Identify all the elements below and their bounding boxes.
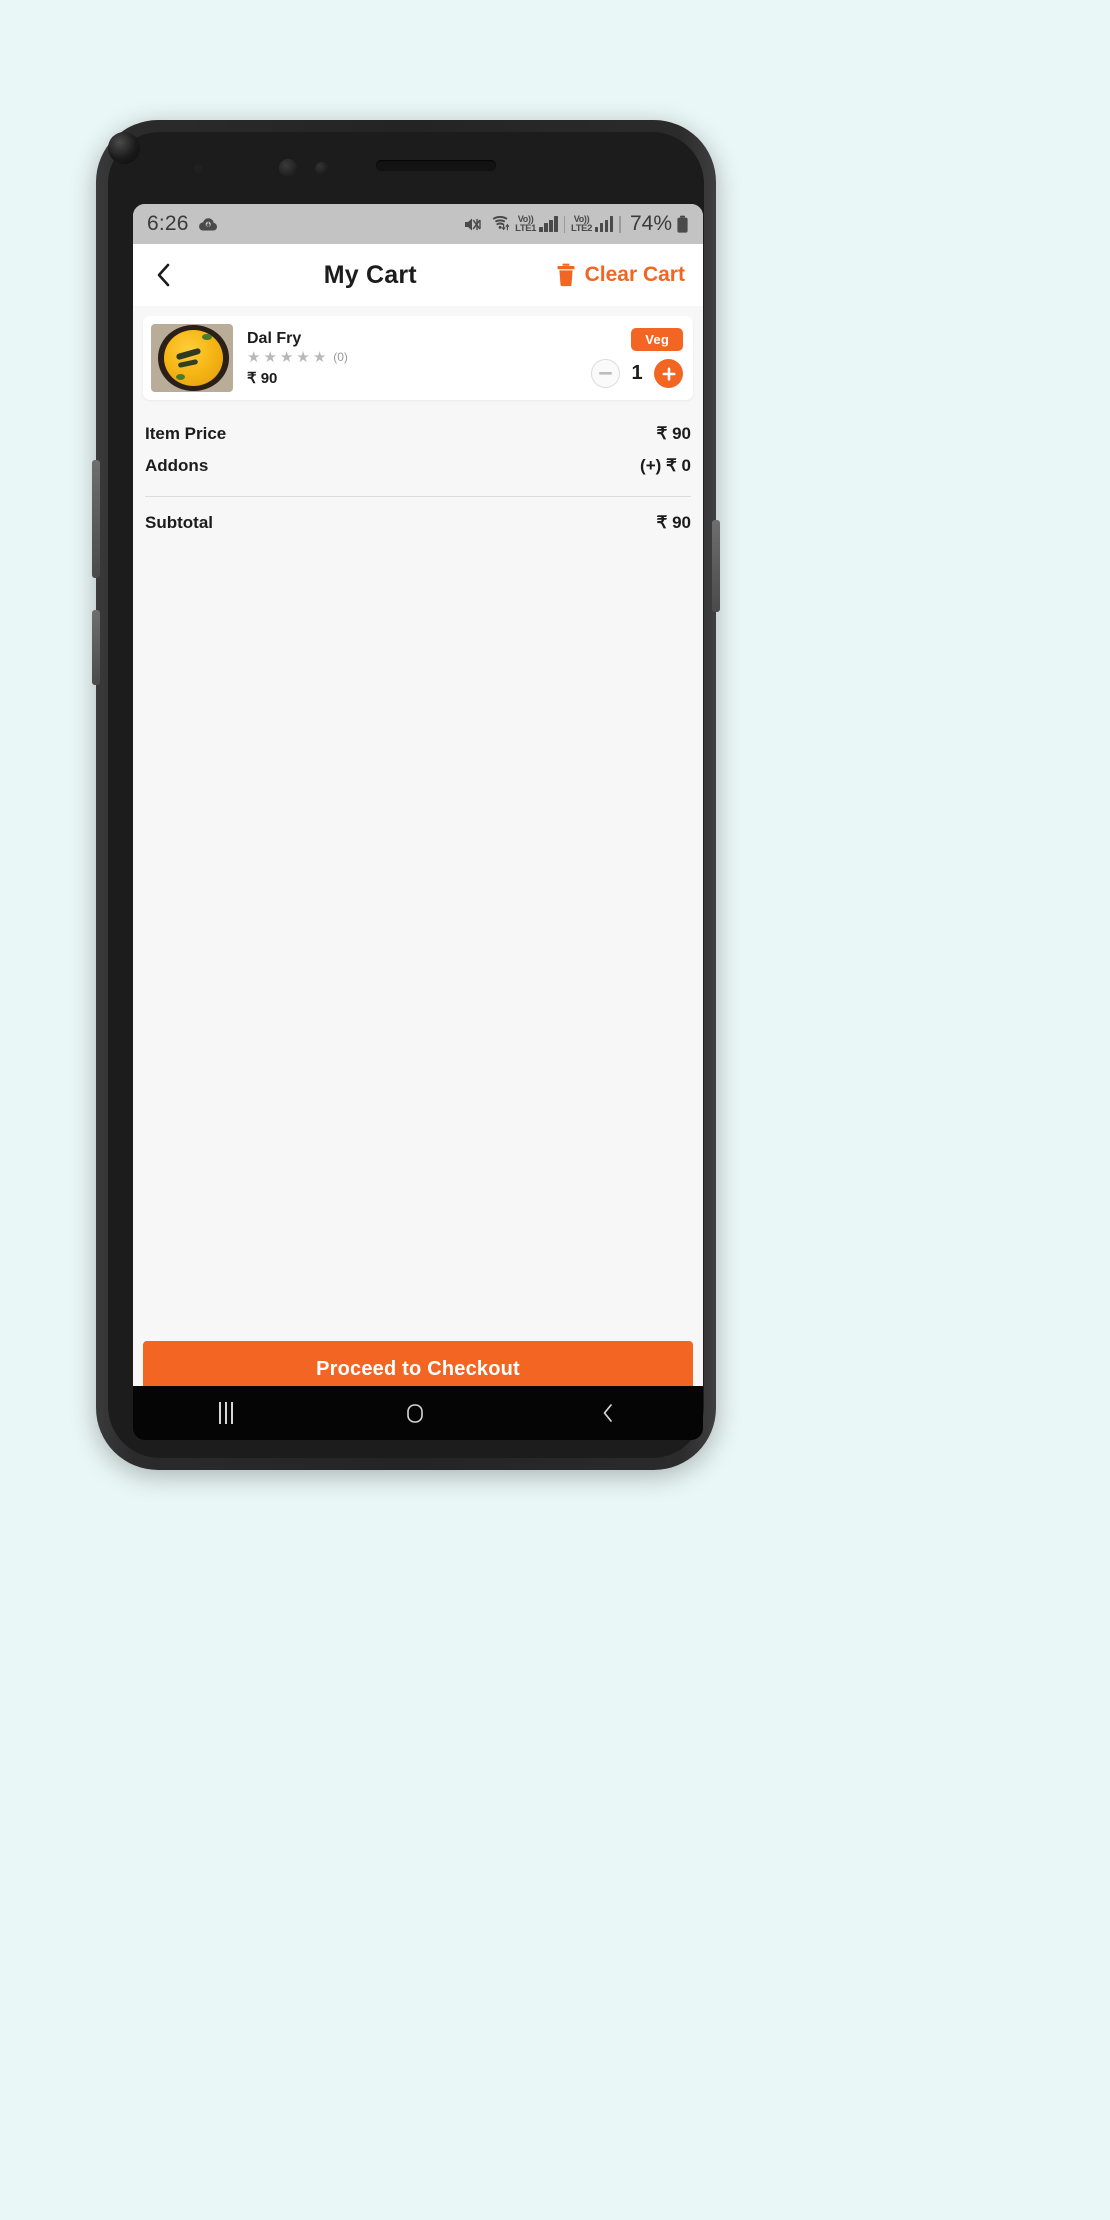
rating-count: (0) (333, 350, 348, 364)
star-icon: ★ (312, 348, 327, 366)
status-bar-clock: 6:26 (147, 212, 189, 235)
sim1-volte-bottom: LTE1 (515, 222, 537, 234)
chevron-left-icon (157, 263, 170, 287)
dish-price: ₹ 90 (247, 369, 278, 387)
summary-row-item-price: Item Price ₹ 90 (145, 418, 691, 450)
phone-device-frame: 6:26 Vo)) LTE1 Vo)) LTE2 74% My Cart Cle… (92, 120, 720, 1470)
sim2-volte-indicator: Vo)) LTE2 (571, 214, 592, 234)
back-icon (603, 1404, 613, 1422)
battery-icon (677, 215, 688, 233)
battery-percent-label: 74% (629, 212, 672, 235)
assistant-button[interactable] (92, 610, 100, 685)
status-bar-right: Vo)) LTE1 Vo)) LTE2 74% (463, 212, 689, 236)
decrement-button[interactable] (591, 359, 620, 388)
phone-bezel: 6:26 Vo)) LTE1 Vo)) LTE2 74% My Cart Cle… (108, 132, 704, 1458)
subtotal-value: ₹ 90 (656, 513, 691, 532)
cloud-download-icon (198, 218, 217, 231)
dish-name: Dal Fry (247, 329, 302, 347)
page-title: My Cart (323, 260, 417, 289)
cart-item-row[interactable]: Dal Fry ★ ★ ★ ★ ★ (0) ₹ 90 Veg 1 (143, 316, 693, 400)
subtotal-label: Subtotal (145, 513, 213, 532)
summary-value: ₹ 90 (656, 424, 691, 443)
front-camera-icon (108, 132, 140, 164)
summary-label: Addons (145, 456, 209, 475)
sim2-volte-bottom: LTE2 (571, 222, 592, 234)
earpiece-speaker (376, 160, 496, 171)
power-button[interactable] (712, 520, 720, 612)
summary-value: (+) ₹ 0 (640, 456, 691, 475)
cart-item-actions: Veg 1 (565, 324, 683, 392)
proximity-sensor-icon (279, 159, 297, 177)
increment-button[interactable] (654, 359, 683, 388)
recent-apps-icon (218, 1402, 233, 1424)
status-bar: 6:26 Vo)) LTE1 Vo)) LTE2 74% (133, 204, 703, 244)
sensor-icon (194, 164, 203, 173)
summary-divider (145, 496, 691, 497)
home-icon (407, 1404, 423, 1423)
star-icon: ★ (263, 348, 277, 366)
dish-thumbnail (151, 324, 233, 392)
volume-mute-icon (465, 218, 481, 230)
sim2-signal-bars-icon (594, 215, 614, 232)
summary-row-addons: Addons (+) ₹ 0 (145, 450, 691, 482)
cart-content: Dal Fry ★ ★ ★ ★ ★ (0) ₹ 90 Veg 1 Item Pr… (133, 316, 703, 1410)
app-bar: My Cart Clear Cart (133, 244, 703, 306)
star-icon: ★ (279, 348, 294, 366)
quantity-stepper: 1 (591, 359, 683, 388)
rating-row: ★ ★ ★ ★ ★ (0) (247, 350, 565, 365)
screenshot-canvas: 6:26 Vo)) LTE1 Vo)) LTE2 74% My Cart Cle… (0, 0, 1110, 2220)
minus-icon (599, 372, 612, 375)
sim1-signal-bars-icon (539, 215, 558, 232)
android-navigation-bar (133, 1386, 703, 1440)
veg-badge: Veg (631, 328, 683, 351)
quantity-value: 1 (631, 362, 643, 384)
back-button[interactable] (151, 260, 185, 290)
price-summary: Item Price ₹ 90 Addons (+) ₹ 0 Subtotal … (133, 400, 703, 539)
trash-icon (557, 263, 575, 287)
status-divider-2 (619, 215, 621, 233)
light-sensor-icon (315, 162, 328, 175)
status-bar-left: 6:26 (147, 212, 218, 236)
cart-item-info: Dal Fry ★ ★ ★ ★ ★ (0) ₹ 90 (233, 324, 565, 392)
clear-cart-label: Clear Cart (584, 263, 685, 286)
status-divider (563, 215, 566, 233)
home-button[interactable] (404, 1400, 426, 1426)
back-button-nav[interactable] (597, 1400, 617, 1426)
star-icon: ★ (247, 348, 261, 366)
volume-button[interactable] (92, 460, 100, 578)
phone-screen: 6:26 Vo)) LTE1 Vo)) LTE2 74% My Cart Cle… (133, 204, 703, 1410)
sim1-volte-indicator: Vo)) LTE1 (515, 214, 537, 234)
clear-cart-button[interactable]: Clear Cart (556, 263, 685, 287)
recent-apps-button[interactable] (218, 1402, 233, 1424)
summary-row-subtotal: Subtotal ₹ 90 (145, 507, 691, 539)
plus-icon (662, 367, 675, 380)
wifi-icon (493, 215, 510, 230)
summary-label: Item Price (145, 424, 227, 443)
star-icon: ★ (296, 348, 310, 366)
